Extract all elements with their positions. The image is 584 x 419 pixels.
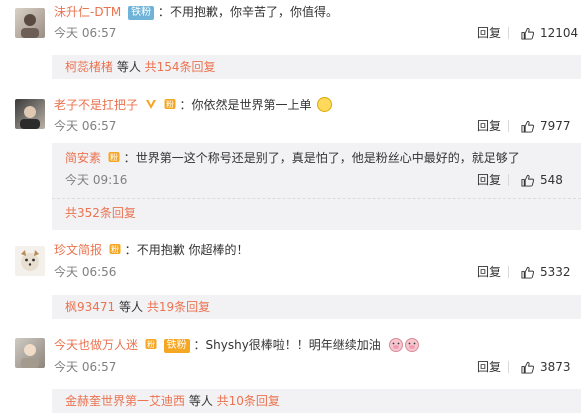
verified-v-icon [145,100,156,109]
fan-badge: 铁粉 [128,6,155,20]
username-link[interactable]: 今天也做万人迷 [54,338,138,352]
replies-summary[interactable]: 金赫奎世界第一艾迪西 等人 共10条回复 [52,389,581,413]
avatar-image [21,250,39,271]
comment-time: 今天 06:56 [54,265,117,279]
thumbs-up-icon [521,120,534,133]
thumbs-up-icon [521,27,534,40]
comment-text: 不用抱歉，你辛苦了，你值得。 [169,5,338,19]
pig-emoji-icon [388,338,403,352]
comment-time: 今天 06:57 [54,360,117,374]
thumbs-up-icon [521,174,534,187]
replies-summary[interactable]: 柯蕊楮楮 等人 共154条回复 [52,55,581,79]
replies-middle: 等人 [115,300,147,314]
level-badge-icon: 粉 [109,244,121,254]
comment-3: 珍文简报 粉 ：不用抱歉 你超棒的！ 今天 06:56 回复 5332 枫934… [0,238,584,328]
level-badge-icon: 粉 [164,99,176,109]
like-button[interactable]: 12104 [521,25,578,41]
divider [508,266,509,278]
divider [508,27,509,39]
avatar-image [20,106,40,129]
like-count: 548 [540,173,563,187]
replies-count-link[interactable]: 共352条回复 [65,205,136,221]
replies-summary[interactable]: 枫93471 等人 共19条回复 [52,295,581,319]
replies-count-link[interactable]: 共154条回复 [145,60,216,74]
colon: ： [123,151,136,165]
avatar[interactable] [15,99,45,129]
comment-body: 珍文简报 粉 ：不用抱歉 你超棒的！ [54,241,249,259]
comment-2: 老子不是扛把子 粉 ：你依然是世界第一上单 今天 06:57 回复 7977 简… [0,94,584,234]
replier-names[interactable]: 金赫奎世界第一艾迪西 [65,394,185,408]
username-link[interactable]: 沬升仁-DTM [54,5,121,19]
replies-count-link[interactable]: 共19条回复 [147,300,210,314]
comment-text: 不用抱歉 你超棒的！ [136,243,249,257]
colon: ： [179,98,192,112]
comment-time: 今天 06:57 [54,26,117,40]
sub-reply-body: 简安素 粉 ：世界第一这个称号还是别了，真是怕了，他是粉丝心中最好的，就足够了 [65,149,520,167]
reply-button[interactable]: 回复 [477,359,501,375]
reply-button[interactable]: 回复 [477,25,501,41]
like-count: 5332 [540,265,571,279]
svg-text:粉: 粉 [111,244,119,254]
like-count: 7977 [540,119,571,133]
username-link[interactable]: 珍文简报 [54,243,102,257]
like-count: 12104 [540,26,579,40]
smile-emoji-icon [317,97,333,112]
sub-reply-time: 今天 09:16 [65,173,128,187]
thumbs-up-icon [521,266,534,279]
svg-text:粉: 粉 [147,339,155,349]
divider [508,174,509,186]
avatar[interactable] [15,8,45,38]
replies-middle: 等人 [185,394,217,408]
fan-badge: 铁粉 [163,339,190,353]
comment-text: 你依然是世界第一上单 [191,98,312,112]
comment-body: 老子不是扛把子 粉 ：你依然是世界第一上单 [54,96,333,114]
reply-button[interactable]: 回复 [477,118,501,134]
like-count: 3873 [540,360,571,374]
sub-reply-box: 简安素 粉 ：世界第一这个称号还是别了，真是怕了，他是粉丝心中最好的，就足够了 … [52,143,581,230]
dashed-divider [52,198,581,199]
replies-middle: 等人 [113,60,145,74]
comment-text: Shyshy很棒啦！！明年继续加油 [205,338,381,352]
replies-count-link[interactable]: 共10条回复 [217,394,280,408]
divider [508,361,509,373]
level-badge-icon: 粉 [145,339,157,349]
like-button[interactable]: 3873 [521,359,571,375]
like-button[interactable]: 7977 [521,118,571,134]
username-link[interactable]: 老子不是扛把子 [54,98,138,112]
replier-names[interactable]: 柯蕊楮楮 [65,60,113,74]
avatar[interactable] [15,338,45,368]
sub-reply-reply-button[interactable]: 回复 [477,172,501,188]
sub-reply-username[interactable]: 简安素 [65,151,101,165]
avatar[interactable] [15,246,45,276]
comment-4: 今天也做万人迷 粉 铁粉 ：Shyshy很棒啦！！明年继续加油 今天 06:57… [0,330,584,419]
svg-text:粉: 粉 [110,152,118,162]
avatar-image [21,14,39,38]
comment-time: 今天 06:57 [54,119,117,133]
comment-1: 沬升仁-DTM 铁粉 ：不用抱歉，你辛苦了，你值得。 今天 06:57 回复 1… [0,0,584,94]
sub-reply-text: 世界第一这个称号还是别了，真是怕了，他是粉丝心中最好的，就足够了 [135,151,520,165]
level-badge-icon: 粉 [108,152,120,162]
colon: ： [193,338,206,352]
comment-body: 沬升仁-DTM 铁粉 ：不用抱歉，你辛苦了，你值得。 [54,3,338,21]
colon: ： [124,243,137,257]
replier-names[interactable]: 枫93471 [65,300,115,314]
thumbs-up-icon [521,361,534,374]
like-button[interactable]: 5332 [521,264,571,280]
reply-button[interactable]: 回复 [477,264,501,280]
divider [508,120,509,132]
svg-text:粉: 粉 [166,99,174,109]
comment-body: 今天也做万人迷 粉 铁粉 ：Shyshy很棒啦！！明年继续加油 [54,336,420,354]
pig-emoji-icon [404,338,419,352]
avatar-image [21,344,39,368]
sub-reply-like-button[interactable]: 548 [521,172,563,188]
colon: ： [157,5,170,19]
